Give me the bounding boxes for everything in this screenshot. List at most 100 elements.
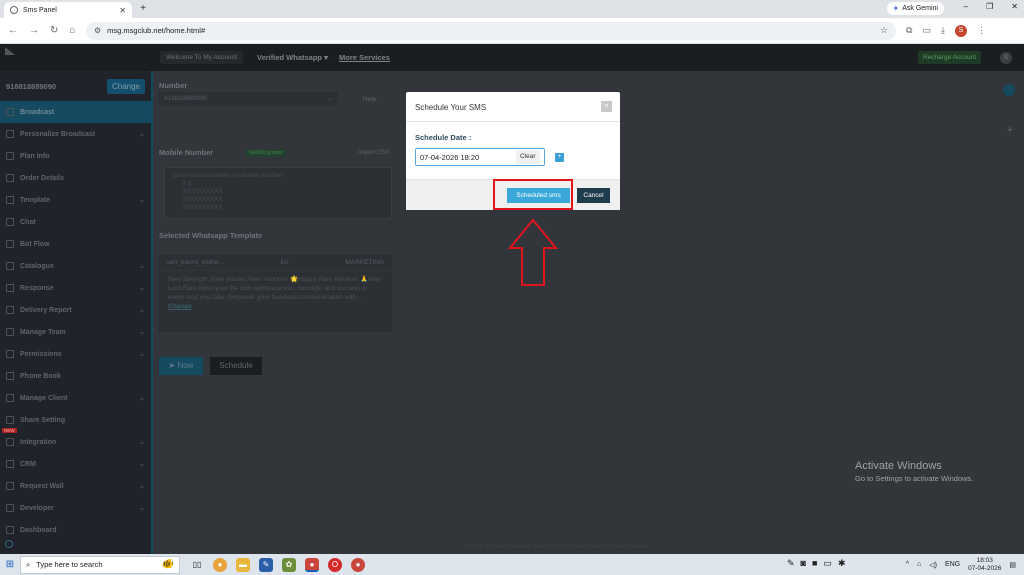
profile-avatar[interactable]: S: [954, 24, 967, 37]
sidebar-item[interactable]: NEW Integration ⌄: [0, 428, 151, 453]
mobile-numbers-textarea[interactable]: Enter comma/newline separated numbers e.g…: [164, 167, 392, 219]
bookmark-star-icon[interactable]: ☆: [880, 25, 888, 36]
settings-icon[interactable]: [5, 540, 13, 548]
gear-icon[interactable]: ✱: [838, 558, 846, 569]
back-icon[interactable]: ←: [8, 25, 18, 36]
site-info-icon[interactable]: ⚙: [94, 26, 101, 35]
chrome-profile-icon[interactable]: ●: [351, 557, 365, 572]
reload-icon[interactable]: ↻: [50, 25, 58, 36]
clear-date-button[interactable]: Clear: [516, 150, 540, 164]
tray-apps: ✎ ◙ ■ ▭ ✱: [787, 558, 845, 569]
change-number-button[interactable]: Change: [106, 78, 145, 94]
rail-circle-button[interactable]: [1003, 84, 1015, 96]
chrome-icon[interactable]: ●: [213, 557, 227, 572]
sidebar-item[interactable]: Dashboard: [0, 519, 151, 541]
minimize-icon[interactable]: –: [964, 2, 968, 11]
menu-item-icon: [6, 438, 14, 446]
new-tab-button[interactable]: +: [136, 2, 150, 16]
video-icon[interactable]: ■: [812, 558, 817, 569]
sidebar-item[interactable]: Chat: [0, 211, 151, 233]
welcome-button[interactable]: Welcome To My Account: [160, 51, 243, 64]
task-view-icon[interactable]: ▯▯: [190, 558, 204, 572]
extensions-icon[interactable]: ⧉: [906, 25, 912, 36]
menu-item-icon: [6, 218, 14, 226]
sidebar-item-label: Delivery Report: [20, 306, 72, 314]
sidebar-item[interactable]: Phone Book: [0, 365, 151, 387]
forward-icon[interactable]: →: [29, 25, 39, 36]
chevron-up-icon[interactable]: ^: [906, 561, 909, 568]
sidebar-item[interactable]: Template ⌄: [0, 189, 151, 211]
cancel-button[interactable]: Cancel: [577, 188, 610, 203]
taskbar-search[interactable]: ⌕ Type here to search 🐠: [20, 555, 180, 574]
camera-icon[interactable]: ◙: [801, 558, 806, 569]
number-select[interactable]: 918818889090 ⌄: [158, 92, 338, 106]
sidebar-item[interactable]: Permissions ⌄: [0, 343, 151, 365]
close-icon[interactable]: ×: [601, 101, 612, 112]
user-avatar[interactable]: S: [1000, 52, 1012, 64]
network-icon[interactable]: ⌂: [917, 561, 921, 568]
menu-kebab-icon[interactable]: ⋮: [977, 25, 986, 36]
close-tab-icon[interactable]: ✕: [119, 6, 126, 15]
sidebar-item[interactable]: Delivery Report ⌄: [0, 299, 151, 321]
help-link[interactable]: Help: [363, 96, 376, 103]
plus-icon[interactable]: +: [1003, 124, 1017, 136]
home-icon[interactable]: ⌂: [69, 25, 75, 36]
sidebar-item[interactable]: Share Setting: [0, 409, 151, 431]
windows-start-icon[interactable]: ⊞: [0, 559, 20, 570]
browser-tabbar: Sms Panel ✕ +: [0, 0, 1024, 18]
download-icon[interactable]: ⤓: [941, 25, 945, 36]
more-services-link[interactable]: More Services: [339, 53, 390, 62]
sidebar-item-label: Integration: [20, 438, 57, 446]
sidebar-item[interactable]: Plan Info: [0, 145, 151, 167]
browser-tab[interactable]: Sms Panel ✕: [4, 2, 132, 18]
restore-icon[interactable]: ❐: [986, 2, 993, 11]
menu-item-icon: [6, 306, 14, 314]
sidebar-item[interactable]: Developer ⌄: [0, 497, 151, 519]
notification-icon[interactable]: ▤: [1009, 561, 1016, 569]
opera-icon[interactable]: O: [328, 557, 342, 572]
schedule-date-label: Schedule Date :: [415, 133, 472, 142]
volume-icon[interactable]: ◁): [929, 561, 937, 569]
app-icon-blue[interactable]: ✎: [259, 557, 273, 572]
sidebar-item[interactable]: Personalize Broadcast ⌄: [0, 123, 151, 145]
schedule-button[interactable]: Schedule: [210, 357, 262, 375]
omnibox[interactable]: ⚙ msg.msgclub.net/home.html# ☆: [86, 21, 896, 40]
import-csv-link[interactable]: Import CSV: [358, 150, 389, 156]
sidebar-item[interactable]: Request Wall ⌄: [0, 475, 151, 497]
add-date-button[interactable]: +: [555, 153, 564, 162]
app-icon-green[interactable]: ✿: [282, 557, 296, 572]
template-name: ram_navmi_wishe...: [166, 259, 224, 266]
sidebar-item-label: Share Setting: [20, 416, 66, 424]
template-label: Selected Whatsapp Template: [159, 231, 263, 240]
close-window-icon[interactable]: ✕: [1011, 2, 1018, 11]
sidebar-item[interactable]: CRM ⌄: [0, 453, 151, 475]
sidebar-item[interactable]: Manage Client ⌄: [0, 387, 151, 409]
sidebar-item[interactable]: Catalogue ⌄: [0, 255, 151, 277]
language-indicator[interactable]: ENG: [945, 561, 960, 568]
ask-gemini-button[interactable]: ✦ Ask Gemini: [886, 2, 944, 15]
sidebar-item[interactable]: Response ⌄: [0, 277, 151, 299]
sidebar-item[interactable]: Manage Team ⌄: [0, 321, 151, 343]
pen-icon[interactable]: ✎: [787, 558, 795, 569]
brand-logo: [5, 47, 15, 55]
clock[interactable]: 18:03 07-04-2026: [968, 557, 1001, 573]
right-rail: +: [1003, 84, 1017, 136]
activate-windows-watermark: Activate Windows Go to Settings to activ…: [855, 460, 973, 483]
sidepanel-icon[interactable]: ▭: [922, 25, 931, 36]
window-icon[interactable]: ▭: [823, 558, 832, 569]
annotation-up-arrow-icon: [508, 218, 558, 286]
sidebar-item[interactable]: Broadcast: [0, 101, 151, 123]
verified-whatsapp-menu[interactable]: Verified Whatsapp ▾: [257, 53, 328, 62]
template-change-link[interactable]: Change: [168, 303, 192, 310]
sidebar-item[interactable]: Order Details: [0, 167, 151, 189]
menu-item-icon: [6, 240, 14, 248]
chevron-down-icon: ⌄: [327, 95, 333, 102]
menu-item-icon: [6, 460, 14, 468]
recharge-account-button[interactable]: Recharge Account: [918, 51, 982, 64]
chrome-active-icon[interactable]: ●: [305, 557, 319, 572]
mobile-placeholder-line: 9XXXXXXXXX: [183, 197, 223, 203]
file-explorer-icon[interactable]: ▬: [236, 557, 250, 572]
send-now-button[interactable]: ➤ Now: [159, 357, 203, 375]
new-badge: NEW: [2, 428, 17, 433]
sidebar-item[interactable]: Bot Flow: [0, 233, 151, 255]
